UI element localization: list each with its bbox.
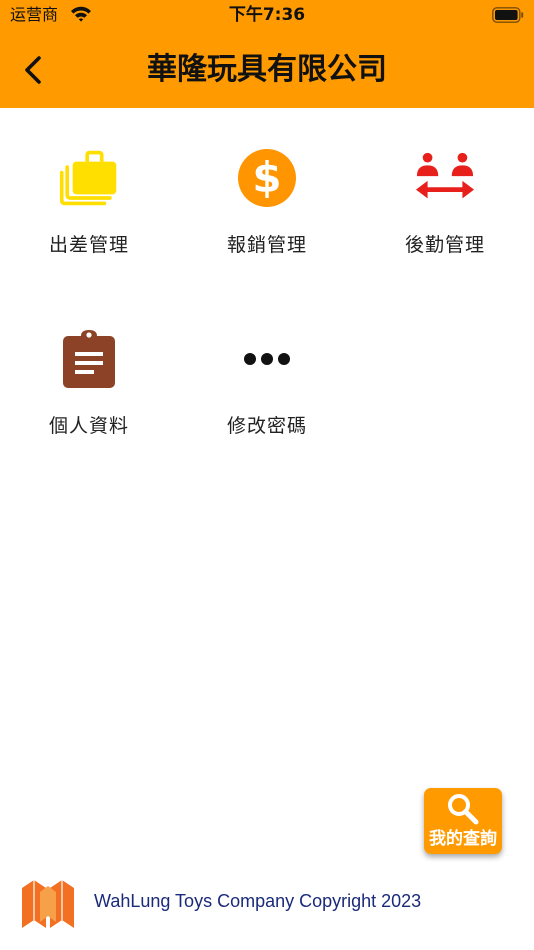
menu-item-business-trip[interactable]: 出差管理 (0, 108, 178, 289)
footer: WahLung Toys Company Copyright 2023 (0, 870, 534, 934)
page-title: 華隆玩具有限公司 (147, 52, 387, 87)
menu-item-label: 修改密碼 (226, 415, 307, 437)
copyright-text: WahLung Toys Company Copyright 2023 (94, 891, 422, 911)
menu-item-change-password[interactable]: 修改密碼 (178, 289, 356, 470)
status-bar: 运营商 下午7:36 (0, 0, 534, 30)
menu-item-profile[interactable]: 個人資料 (0, 289, 178, 470)
menu-item-label: 報銷管理 (226, 234, 307, 256)
people-exchange-icon (415, 152, 475, 199)
more-dots-icon (244, 353, 290, 365)
my-query-label: 我的查詢 (429, 829, 497, 849)
app-screen: 运营商 下午7:36 華隆玩具有限公司 出差管理 $ 報銷管理 後勤管理 個人資… (0, 0, 534, 950)
app-header: 运营商 下午7:36 華隆玩具有限公司 (0, 0, 534, 108)
dollar-coin-icon: $ (238, 149, 296, 207)
menu-item-label: 個人資料 (48, 415, 129, 437)
nav-bar: 華隆玩具有限公司 (0, 38, 534, 102)
menu-item-label: 後勤管理 (404, 234, 485, 256)
briefcase-stack-icon (59, 150, 117, 206)
battery-icon (492, 7, 524, 23)
menu-item-expense[interactable]: $ 報銷管理 (178, 108, 356, 289)
menu-item-label: 出差管理 (48, 234, 129, 256)
search-icon (448, 794, 479, 825)
status-time: 下午7:36 (228, 5, 306, 25)
chevron-left-icon (25, 56, 41, 84)
svg-text:$: $ (252, 153, 281, 202)
my-query-button[interactable]: 我的查詢 (424, 788, 502, 854)
wahlung-logo (22, 880, 74, 928)
menu-item-logistics[interactable]: 後勤管理 (356, 108, 534, 289)
clipboard-icon (63, 330, 115, 388)
back-button[interactable] (12, 48, 56, 92)
